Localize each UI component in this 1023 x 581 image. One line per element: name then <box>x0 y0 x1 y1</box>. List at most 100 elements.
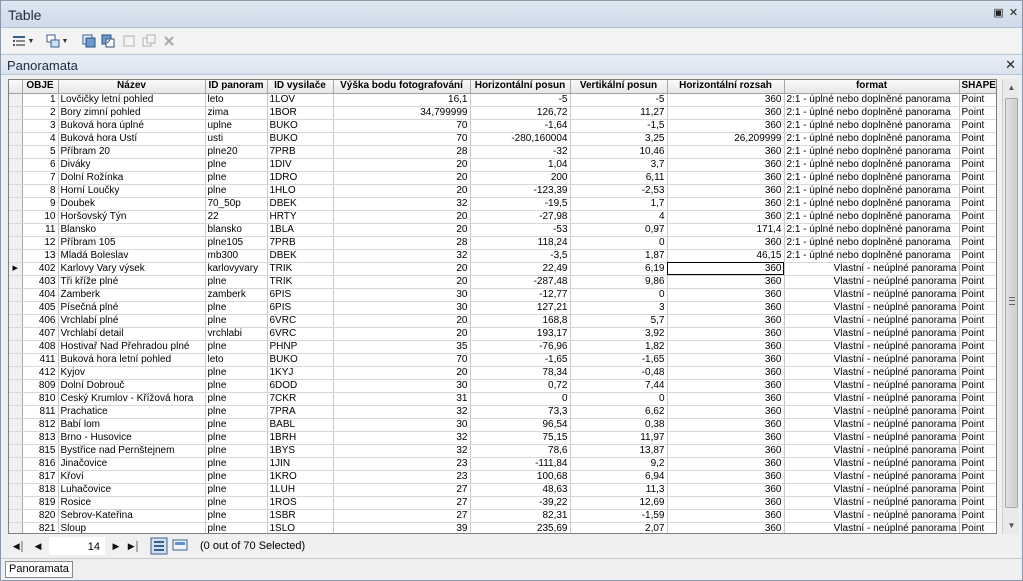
table-cell[interactable]: 34,799999 <box>333 106 471 120</box>
table-cell[interactable]: PHNP <box>267 340 334 354</box>
table-cell[interactable]: 2,07 <box>570 522 668 533</box>
table-cell[interactable]: 2:1 - úplné nebo doplněné panorama <box>784 93 960 107</box>
table-cell[interactable]: Luhačovice <box>58 483 206 497</box>
table-cell[interactable]: Blansko <box>58 223 206 237</box>
table-cell[interactable]: 13,87 <box>570 444 668 458</box>
row-selector[interactable] <box>9 392 23 406</box>
table-cell[interactable]: plne <box>205 392 268 406</box>
table-cell[interactable]: 168,8 <box>470 314 571 328</box>
table-cell[interactable]: Point <box>959 353 996 367</box>
table-cell[interactable]: 48,63 <box>470 483 571 497</box>
table-cell[interactable]: 0 <box>570 288 668 302</box>
table-row[interactable]: 821 Sloup plne 1SLO 39 235,69 2,07 360 Vlastní -… <box>9 522 996 533</box>
table-cell[interactable]: leto <box>205 93 268 107</box>
table-cell[interactable]: 2 <box>22 106 59 120</box>
table-cell[interactable]: Jinačovice <box>58 457 206 471</box>
row-selector[interactable] <box>9 288 23 302</box>
table-cell[interactable]: Příbram 20 <box>58 145 206 159</box>
table-cell[interactable]: 360 <box>667 366 785 380</box>
table-cell[interactable]: 1BLA <box>267 223 334 237</box>
row-selector[interactable] <box>9 509 23 523</box>
table-cell[interactable]: -123,39 <box>470 184 571 198</box>
table-cell[interactable]: Point <box>959 405 996 419</box>
table-cell[interactable]: 16,1 <box>333 93 471 107</box>
table-cell[interactable]: 816 <box>22 457 59 471</box>
table-cell[interactable]: uplne <box>205 119 268 133</box>
table-cell[interactable]: Prachatice <box>58 405 206 419</box>
table-cell[interactable]: 360 <box>667 496 785 510</box>
table-cell[interactable]: Příbram 105 <box>58 236 206 250</box>
table-cell[interactable]: 32 <box>333 249 471 263</box>
table-row[interactable]: 403 Tři kříže plné plne TRIK 20 -287,48 9,86 36… <box>9 275 996 289</box>
table-cell[interactable]: 360 <box>667 509 785 523</box>
table-cell[interactable]: leto <box>205 353 268 367</box>
clear-selection-button[interactable] <box>120 32 138 50</box>
table-cell[interactable]: 0 <box>470 392 571 406</box>
column-header[interactable]: Horizontální posun <box>470 80 571 94</box>
table-cell[interactable]: vrchlabi <box>205 327 268 341</box>
table-cell[interactable]: 360 <box>667 197 785 211</box>
table-cell[interactable]: 23 <box>333 457 471 471</box>
table-row[interactable]: 3 Buková hora úplné uplne BUKO 70 -1,64 -1,5 36… <box>9 119 996 133</box>
table-cell[interactable]: Vlastní - neúplné panorama <box>784 288 960 302</box>
table-cell[interactable]: plne <box>205 509 268 523</box>
table-cell[interactable]: 22,49 <box>470 262 571 276</box>
table-cell[interactable]: 0 <box>570 236 668 250</box>
table-cell[interactable]: 2:1 - úplné nebo doplněné panorama <box>784 197 960 211</box>
table-cell[interactable]: zamberk <box>205 288 268 302</box>
table-cell[interactable]: 360 <box>667 145 785 159</box>
table-cell[interactable]: Český Krumlov - Křížová hora <box>58 392 206 406</box>
table-cell[interactable]: 815 <box>22 444 59 458</box>
table-cell[interactable]: 812 <box>22 418 59 432</box>
table-cell[interactable]: -12,77 <box>470 288 571 302</box>
table-cell[interactable]: 82,31 <box>470 509 571 523</box>
table-cell[interactable]: Žamberk <box>58 288 206 302</box>
table-cell[interactable]: 819 <box>22 496 59 510</box>
next-record-icon[interactable]: ▶ <box>109 539 123 553</box>
table-cell[interactable]: plne <box>205 431 268 445</box>
table-row[interactable]: 816 Jinačovice plne 1JIN 23 -111,84 9,2 360 Vlas… <box>9 457 996 471</box>
table-cell[interactable]: 27 <box>333 483 471 497</box>
table-cell[interactable]: 360 <box>667 184 785 198</box>
table-cell[interactable]: Point <box>959 236 996 250</box>
table-cell[interactable]: 360 <box>667 379 785 393</box>
table-cell[interactable]: 1,04 <box>470 158 571 172</box>
table-cell[interactable]: 1SBR <box>267 509 334 523</box>
table-cell[interactable]: Point <box>959 171 996 185</box>
table-row[interactable]: 411 Buková hora letní pohled leto BUKO 70 -1,… <box>9 353 996 367</box>
table-cell[interactable]: 11,27 <box>570 106 668 120</box>
table-cell[interactable]: 118,24 <box>470 236 571 250</box>
table-cell[interactable]: Buková hora letní pohled <box>58 353 206 367</box>
row-selector[interactable] <box>9 418 23 432</box>
table-cell[interactable]: 1ROS <box>267 496 334 510</box>
table-cell[interactable]: -1,65 <box>570 353 668 367</box>
table-cell[interactable]: -32 <box>470 145 571 159</box>
table-cell[interactable]: 1,7 <box>570 197 668 211</box>
table-cell[interactable]: 2:1 - úplné nebo doplněné panorama <box>784 223 960 237</box>
table-cell[interactable]: 127,21 <box>470 301 571 315</box>
table-cell[interactable]: blansko <box>205 223 268 237</box>
table-cell[interactable]: Vlastní - neúplné panorama <box>784 314 960 328</box>
table-cell[interactable]: 20 <box>333 223 471 237</box>
table-cell[interactable]: Doubek <box>58 197 206 211</box>
table-cell[interactable]: -0,48 <box>570 366 668 380</box>
select-by-attributes-button[interactable] <box>80 32 98 50</box>
table-cell[interactable]: plne <box>205 522 268 533</box>
table-cell[interactable]: 6 <box>22 158 59 172</box>
table-cell[interactable]: 20 <box>333 184 471 198</box>
table-row[interactable]: 817 Křoví plne 1KRO 23 100,68 6,94 360 Vlastní -… <box>9 470 996 484</box>
table-cell[interactable]: 405 <box>22 301 59 315</box>
table-cell[interactable]: 23 <box>333 470 471 484</box>
table-cell[interactable]: Point <box>959 158 996 172</box>
table-cell[interactable]: 360 <box>667 275 785 289</box>
table-cell[interactable]: 200 <box>470 171 571 185</box>
table-cell[interactable]: 406 <box>22 314 59 328</box>
row-selector[interactable] <box>9 93 23 107</box>
delete-selected-button[interactable] <box>161 32 177 50</box>
table-row[interactable]: 6 Diváky plne 1DIV 20 1,04 3,7 360 2:1 - úplné n… <box>9 158 996 172</box>
table-row[interactable]: 407 Vrchlabí detail vrchlabi 6VRC 20 193,17 3,… <box>9 327 996 341</box>
table-cell[interactable]: 360 <box>667 236 785 250</box>
table-cell[interactable]: BUKO <box>267 119 334 133</box>
table-cell[interactable]: DBEK <box>267 249 334 263</box>
table-cell[interactable]: 1BRH <box>267 431 334 445</box>
